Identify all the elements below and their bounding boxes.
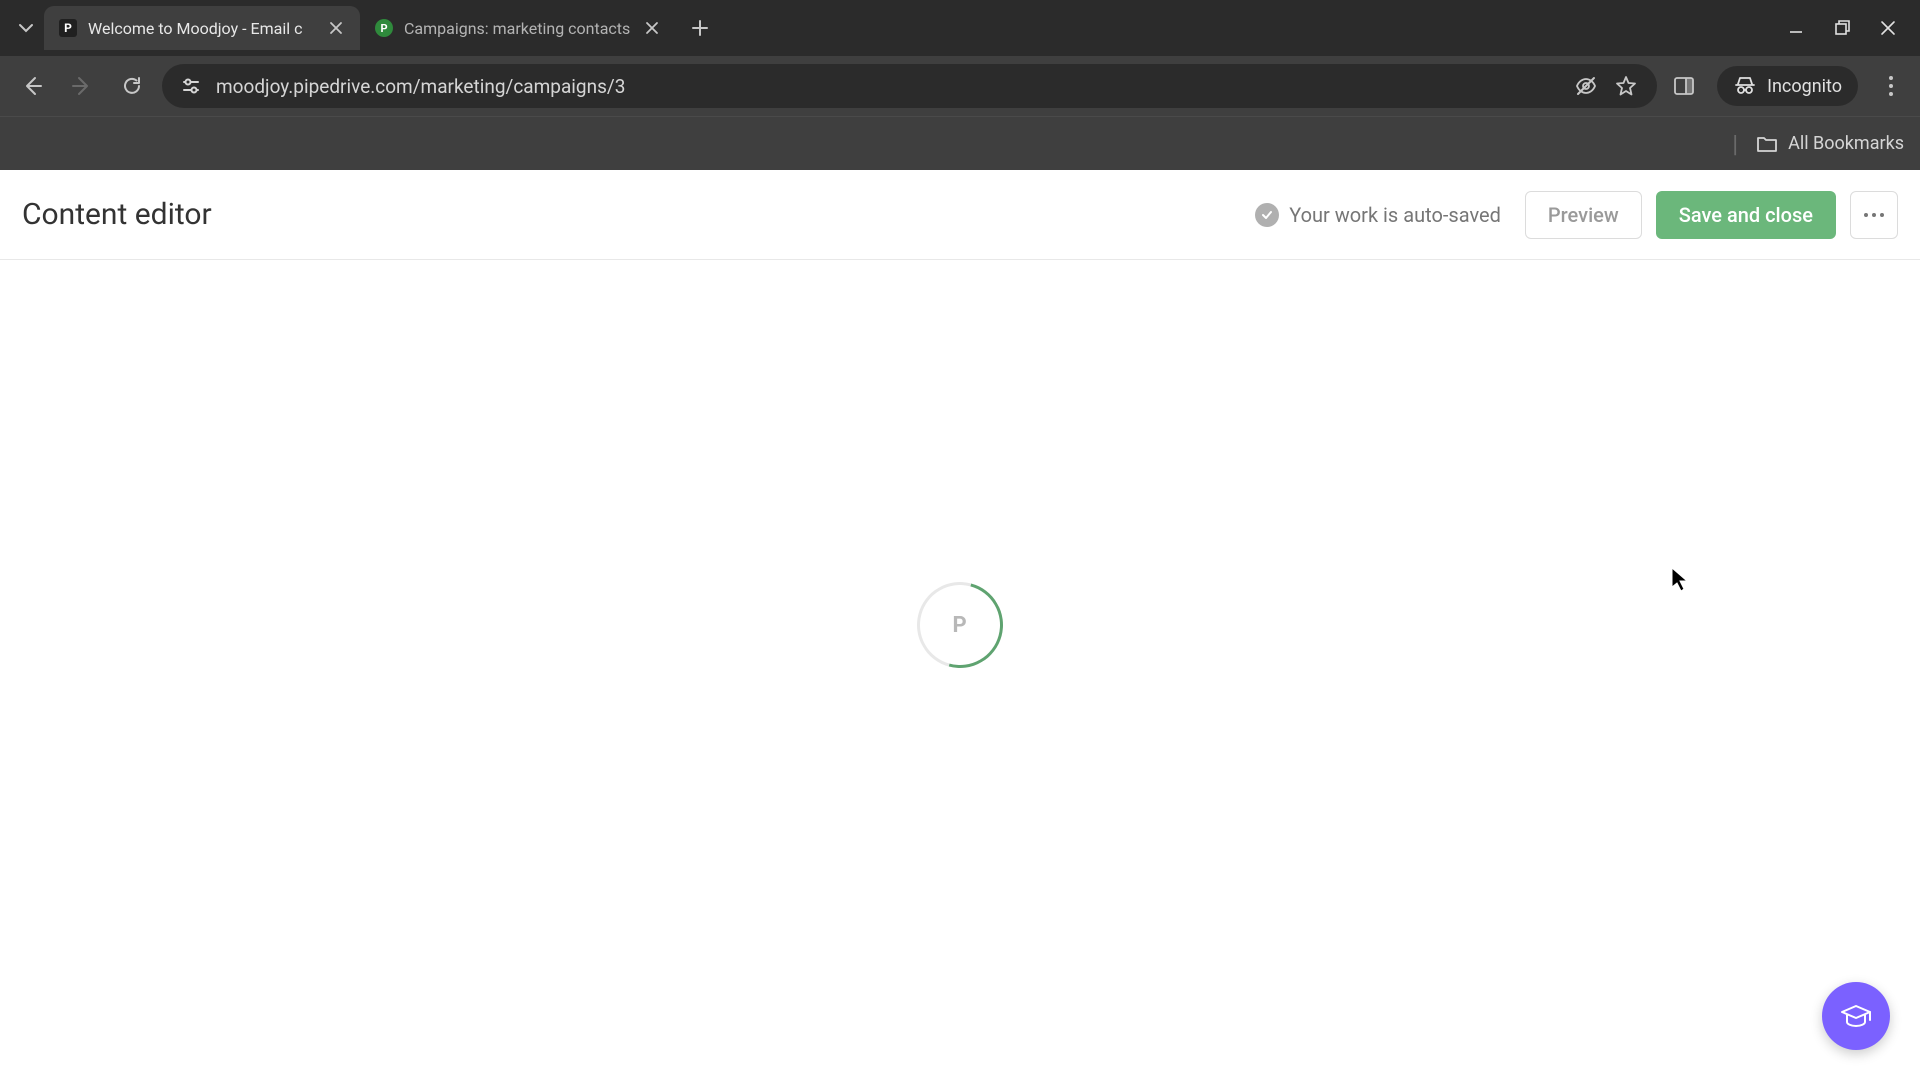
- browser-chrome: P Welcome to Moodjoy - Email c P Campaig…: [0, 0, 1920, 170]
- address-bar[interactable]: moodjoy.pipedrive.com/marketing/campaign…: [162, 64, 1657, 108]
- nav-back-button[interactable]: [12, 66, 52, 106]
- spinner-letter: P: [953, 613, 967, 638]
- new-tab-button[interactable]: [682, 10, 718, 46]
- star-icon: [1615, 75, 1637, 97]
- nav-forward-button[interactable]: [62, 66, 102, 106]
- page-title: Content editor: [22, 197, 212, 232]
- chevron-down-icon: [18, 20, 34, 36]
- minimize-icon: [1788, 20, 1804, 36]
- save-and-close-button[interactable]: Save and close: [1656, 191, 1836, 239]
- tab-search-dropdown[interactable]: [8, 10, 44, 46]
- header-actions: Your work is auto-saved Preview Save and…: [1255, 191, 1898, 239]
- site-settings-button[interactable]: [180, 75, 202, 97]
- spinner-ring-icon: P: [901, 566, 1018, 683]
- reload-icon: [121, 75, 143, 97]
- plus-icon: [691, 19, 709, 37]
- bookmark-button[interactable]: [1613, 73, 1639, 99]
- tab-close-button[interactable]: [326, 18, 346, 38]
- browser-tab-inactive[interactable]: P Campaigns: marketing contacts: [360, 6, 676, 50]
- graduation-cap-icon: [1838, 998, 1874, 1034]
- window-minimize[interactable]: [1784, 16, 1808, 40]
- tab-title: Welcome to Moodjoy - Email c: [88, 19, 316, 38]
- loading-spinner: P: [917, 582, 1003, 668]
- check-icon: [1260, 208, 1274, 222]
- more-actions-button[interactable]: [1850, 191, 1898, 239]
- browser-menu-button[interactable]: [1874, 69, 1908, 103]
- maximize-icon: [1834, 20, 1850, 36]
- tab-title: Campaigns: marketing contacts: [404, 19, 632, 38]
- cookie-blocking-button[interactable]: [1573, 73, 1599, 99]
- app-area: Content editor Your work is auto-saved P…: [0, 170, 1920, 1080]
- tab-close-button[interactable]: [642, 18, 662, 38]
- address-row: moodjoy.pipedrive.com/marketing/campaign…: [0, 56, 1920, 116]
- check-circle-icon: [1255, 203, 1279, 227]
- tune-icon: [181, 76, 201, 96]
- dots-horizontal-icon: [1863, 212, 1885, 218]
- arrow-right-icon: [71, 75, 93, 97]
- panel-icon: [1673, 75, 1695, 97]
- close-icon: [645, 21, 659, 35]
- cursor-icon: [1671, 567, 1689, 593]
- browser-tab-active[interactable]: P Welcome to Moodjoy - Email c: [44, 6, 360, 50]
- incognito-label: Incognito: [1767, 76, 1842, 97]
- app-header: Content editor Your work is auto-saved P…: [0, 170, 1920, 260]
- autosave-indicator: Your work is auto-saved: [1255, 203, 1501, 227]
- tab-bar: P Welcome to Moodjoy - Email c P Campaig…: [0, 0, 1920, 56]
- dots-vertical-icon: [1888, 75, 1894, 97]
- window-controls: [1784, 16, 1920, 40]
- all-bookmarks-button[interactable]: All Bookmarks: [1756, 133, 1904, 155]
- mouse-cursor: [1671, 567, 1689, 597]
- tab-favicon-pipedrive: P: [58, 18, 78, 38]
- arrow-left-icon: [21, 75, 43, 97]
- close-icon: [329, 21, 343, 35]
- window-close[interactable]: [1876, 16, 1900, 40]
- tab-favicon-pipedrive: P: [374, 18, 394, 38]
- close-icon: [1880, 20, 1896, 36]
- help-fab-button[interactable]: [1822, 982, 1890, 1050]
- svg-text:P: P: [64, 21, 72, 35]
- svg-text:P: P: [380, 22, 387, 35]
- autosave-text: Your work is auto-saved: [1289, 203, 1501, 227]
- divider: |: [1732, 130, 1738, 158]
- side-panel-button[interactable]: [1667, 69, 1701, 103]
- nav-reload-button[interactable]: [112, 66, 152, 106]
- incognito-icon: [1733, 74, 1757, 98]
- url-text: moodjoy.pipedrive.com/marketing/campaign…: [216, 75, 1559, 98]
- window-maximize[interactable]: [1830, 16, 1854, 40]
- preview-button[interactable]: Preview: [1525, 191, 1642, 239]
- incognito-badge[interactable]: Incognito: [1717, 66, 1858, 106]
- eye-off-icon: [1575, 75, 1597, 97]
- all-bookmarks-label: All Bookmarks: [1788, 133, 1904, 154]
- bookmarks-bar: | All Bookmarks: [0, 116, 1920, 170]
- folder-icon: [1756, 133, 1778, 155]
